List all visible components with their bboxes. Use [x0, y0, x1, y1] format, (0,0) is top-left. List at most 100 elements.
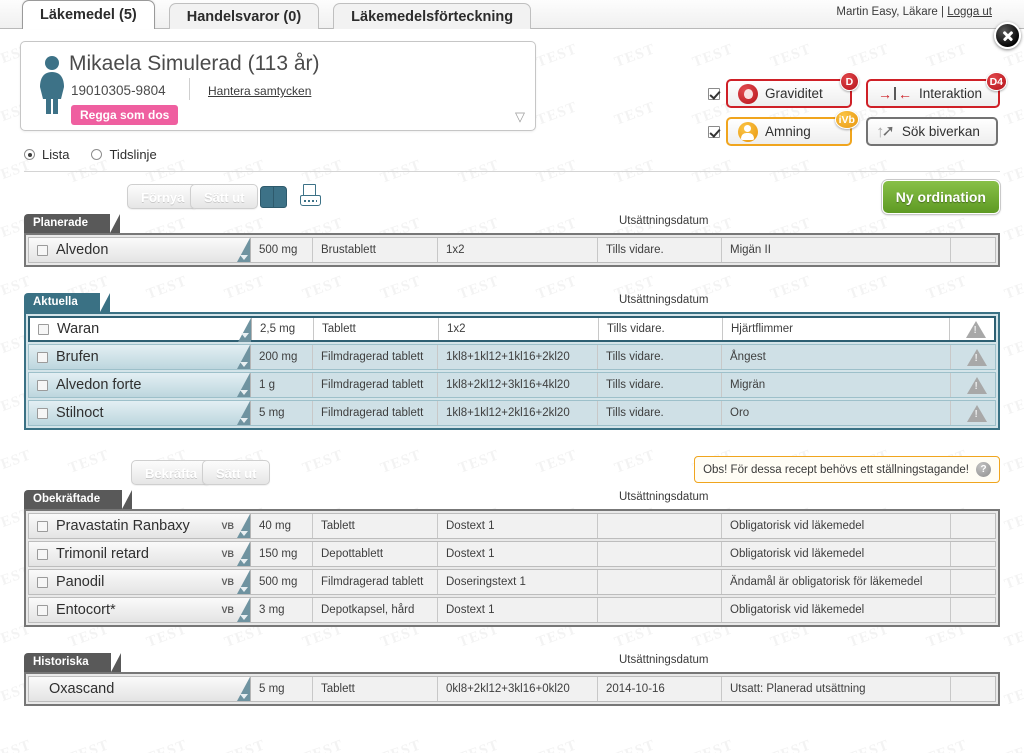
chevron-down-icon[interactable]	[240, 418, 248, 423]
reason-cell: Hjärtflimmer	[723, 318, 950, 340]
table-row[interactable]: Panodil VB 500 mg Filmdragerad tablett D…	[28, 569, 996, 595]
table-row[interactable]: Stilnoct 5 mg Filmdragerad tablett 1kl8+…	[28, 400, 996, 426]
medication-name: Trimonil retard	[56, 546, 149, 562]
renew-button[interactable]: Förnya	[127, 184, 199, 209]
interaction-icon: → ←	[877, 85, 912, 102]
warning-cell[interactable]	[951, 401, 995, 425]
radio-tidslinje[interactable]	[91, 149, 103, 160]
until-cell	[598, 514, 722, 538]
vb-badge: VB	[221, 577, 234, 587]
row-checkbox[interactable]	[37, 576, 48, 588]
dose-cell: 2,5 mg	[252, 318, 314, 340]
dose-cell: 5 mg	[251, 401, 313, 425]
tab-list: Läkemedel (5) Handelsvaror (0) Läkemedel…	[22, 0, 545, 29]
row-checkbox[interactable]	[37, 548, 48, 560]
table-row[interactable]: Pravastatin Ranbaxy VB 40 mg Tablett Dos…	[28, 513, 996, 539]
chevron-down-icon[interactable]	[240, 694, 248, 699]
tab-lakemedelsforteckning-label: Läkemedelsförteckning	[351, 9, 514, 25]
table-row[interactable]: Trimonil retard VB 150 mg Depottablett D…	[28, 541, 996, 567]
print-icon[interactable]	[299, 184, 323, 208]
patient-card: Mikaela Simulerad (113 år) 19010305-9804…	[20, 41, 536, 131]
table-row[interactable]: Alvedon forte 1 g Filmdragerad tablett 1…	[28, 372, 996, 398]
row-name-cell: Alvedon forte	[29, 373, 251, 397]
main-content: Mikaela Simulerad (113 år) 19010305-9804…	[0, 29, 1024, 706]
patient-divider	[189, 78, 190, 100]
chevron-down-icon[interactable]	[240, 559, 248, 564]
medication-name: Entocort*	[56, 602, 116, 618]
row-checkbox[interactable]	[38, 323, 49, 335]
dose-cell: 40 mg	[251, 514, 313, 538]
breastfeeding-button[interactable]: Amning iVb	[725, 110, 859, 146]
row-name-cell: Stilnoct	[29, 401, 251, 425]
logout-link[interactable]: Logga ut	[947, 6, 992, 18]
table-row[interactable]: Waran 2,5 mg Tablett 1x2 Tills vidare. H…	[28, 316, 996, 342]
dose-cell: 1 g	[251, 373, 313, 397]
discontinue-button[interactable]: Sätt ut	[190, 184, 259, 209]
table-row[interactable]: Alvedon 500 mg Brustablett 1x2 Tills vid…	[28, 237, 996, 263]
row-checkbox[interactable]	[37, 407, 48, 419]
tab-lakemedel[interactable]: Läkemedel (5)	[22, 0, 155, 29]
dose-cell: 150 mg	[251, 542, 313, 566]
interaction-label: Interaktion	[918, 86, 982, 101]
tab-handelsvaror[interactable]: Handelsvaror (0)	[168, 3, 320, 29]
tab-lakemedelsforteckning[interactable]: Läkemedelsförteckning	[333, 3, 532, 29]
row-checkbox[interactable]	[37, 520, 48, 532]
warning-cell[interactable]	[951, 373, 995, 397]
new-prescription-button[interactable]: Ny ordination	[881, 180, 1000, 214]
interaction-badge: D4	[985, 72, 1007, 91]
until-cell	[598, 542, 722, 566]
dose-cell: 5 mg	[251, 677, 313, 701]
chevron-down-icon[interactable]	[240, 615, 248, 620]
form-cell: Filmdragerad tablett	[313, 345, 438, 369]
warning-cell	[951, 598, 995, 622]
row-checkbox[interactable]	[37, 604, 48, 616]
form-cell: Tablett	[314, 318, 439, 340]
obs-banner-text: Obs! För dessa recept behövs ett ställni…	[703, 463, 969, 476]
radio-lista[interactable]	[24, 149, 35, 160]
breastfeeding-checkbox[interactable]	[707, 125, 720, 138]
patient-name: Mikaela Simulerad (113 år)	[69, 52, 320, 75]
chevron-down-icon[interactable]	[240, 531, 248, 536]
medication-name: Brufen	[56, 349, 99, 365]
warning-cell[interactable]	[951, 345, 995, 369]
pregnancy-button[interactable]: Graviditet D	[725, 72, 859, 108]
user-separator: |	[941, 6, 945, 18]
table-row[interactable]: Brufen 200 mg Filmdragerad tablett 1kl8+…	[28, 344, 996, 370]
register-as-dos-badge[interactable]: Regga som dos	[71, 105, 179, 125]
table-row[interactable]: Oxascand 5 mg Tablett 0kl8+2kl12+3kl16+0…	[28, 676, 996, 702]
help-icon[interactable]: ?	[976, 462, 991, 477]
warning-triangle-icon	[967, 376, 987, 394]
interaction-button[interactable]: → ← Interaktion D4	[865, 72, 1007, 108]
chevron-down-icon[interactable]	[240, 255, 248, 260]
chevron-down-icon[interactable]	[240, 587, 248, 592]
table-row[interactable]: Entocort* VB 3 mg Depotkapsel, hård Dost…	[28, 597, 996, 623]
confirm-button[interactable]: Bekräfta	[131, 460, 212, 485]
chevron-down-icon[interactable]	[241, 333, 249, 338]
row-checkbox[interactable]	[37, 351, 48, 363]
form-cell: Tablett	[313, 514, 438, 538]
reason-cell: Migän II	[722, 238, 951, 262]
row-checkbox[interactable]	[37, 244, 48, 256]
discontinue-button-2[interactable]: Sätt ut	[202, 460, 271, 485]
warning-cell[interactable]	[950, 318, 994, 340]
chevron-down-icon[interactable]	[240, 362, 248, 367]
interaction-cell: → ← Interaktion D4	[865, 72, 1007, 108]
reason-cell: Obligatorisk vid läkemedel	[722, 598, 951, 622]
medication-name: Stilnoct	[56, 405, 104, 421]
reason-cell: Ändamål är obligatorisk för läkemedel	[722, 570, 951, 594]
dosing-cell: Dostext 1	[438, 598, 598, 622]
close-icon[interactable]	[994, 22, 1021, 49]
dosing-cell: 1kl8+1kl12+1kl16+2kl20	[438, 345, 598, 369]
medication-name: Panodil	[56, 574, 105, 590]
book-icon[interactable]	[260, 186, 287, 208]
manage-consents-link[interactable]: Hantera samtycken	[208, 84, 311, 98]
chevron-down-icon[interactable]	[240, 390, 248, 395]
medication-name: Pravastatin Ranbaxy	[56, 518, 190, 534]
pregnancy-checkbox[interactable]	[707, 87, 720, 100]
dosing-cell: 1kl8+2kl12+3kl16+4kl20	[438, 373, 598, 397]
search-side-effects-button[interactable]: ↑ ➚ Sök biverkan	[865, 117, 998, 146]
chevron-down-icon[interactable]: ▽	[515, 109, 525, 125]
reason-cell: Oro	[722, 401, 951, 425]
row-checkbox[interactable]	[37, 379, 48, 391]
breastfeeding-label: Amning	[764, 124, 811, 139]
